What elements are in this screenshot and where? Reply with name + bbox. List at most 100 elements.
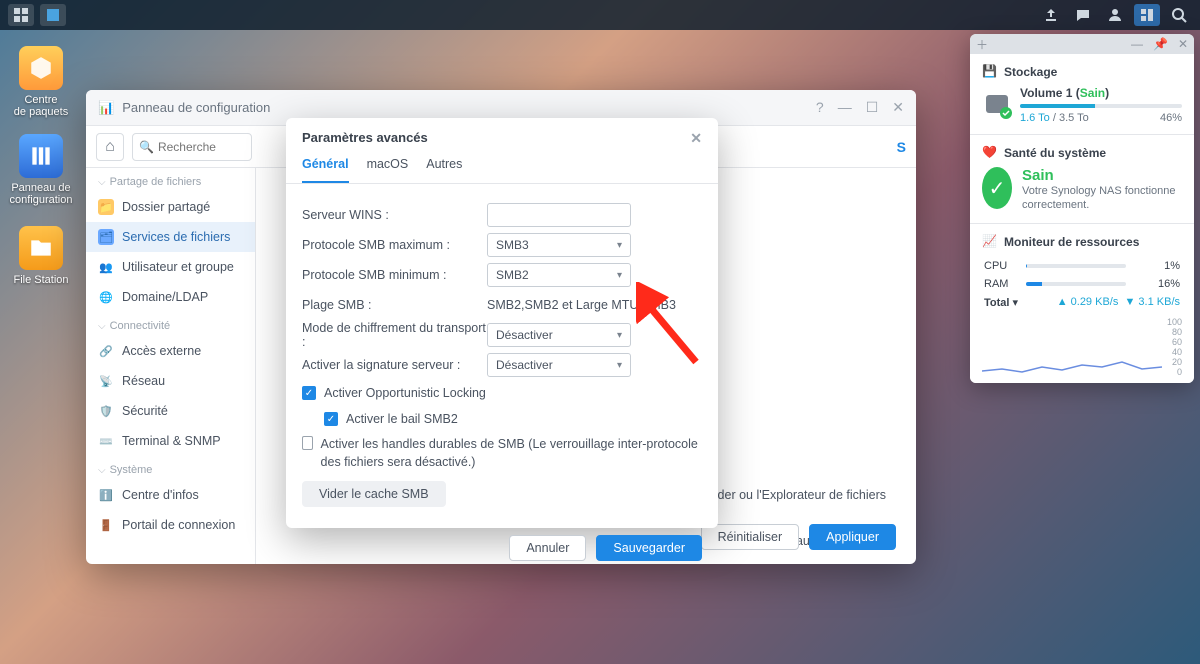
minimize-icon[interactable]: — [838, 99, 852, 116]
minimize-icon[interactable]: — [1131, 37, 1143, 51]
sidebar-item-label: Services de fichiers [122, 230, 230, 244]
sidebar-item-network[interactable]: 📡Réseau [86, 366, 255, 396]
modal-tabs: Général macOS Autres [286, 147, 718, 184]
volume-usage-bar [1020, 104, 1182, 108]
sidebar-item-label: Domaine/LDAP [122, 290, 208, 304]
sidebar-item-label: Centre d'infos [122, 488, 199, 502]
sidebar-section-system[interactable]: Système [86, 456, 255, 480]
select-smb-max[interactable]: SMB3 [487, 233, 631, 257]
tab-general[interactable]: Général [302, 157, 349, 183]
tab-macos[interactable]: macOS [367, 157, 409, 183]
search-icon[interactable] [1166, 4, 1192, 26]
label-cpu: CPU [984, 258, 1024, 274]
label-total[interactable]: Total ▾ [984, 294, 1024, 311]
upload-icon[interactable] [1038, 4, 1064, 26]
value-smb-range: SMB2,SMB2 et Large MTU,SMB3 [487, 298, 676, 312]
save-button[interactable]: Sauvegarder [596, 535, 702, 561]
desktop-icon-file-station[interactable]: File Station [6, 226, 76, 286]
checkbox-oplock[interactable]: Activer Opportunistic Locking [302, 380, 702, 406]
sidebar-item-shared-folder[interactable]: 📁Dossier partagé [86, 192, 255, 222]
control-panel-task-icon[interactable] [40, 4, 66, 26]
pin-icon[interactable]: 📌 [1153, 37, 1168, 51]
widget-resource-monitor: 📈Moniteur de ressources CPU1% RAM16% Tot… [970, 224, 1194, 383]
user-icon[interactable] [1102, 4, 1128, 26]
sidebar-item-user-group[interactable]: 👥Utilisateur et groupe [86, 252, 255, 282]
widget-title: Stockage [1004, 65, 1057, 79]
sidebar-item-security[interactable]: 🛡️Sécurité [86, 396, 255, 426]
sidebar-item-info-center[interactable]: ℹ️Centre d'infos [86, 480, 255, 510]
sidebar-item-label: Portail de connexion [122, 518, 235, 532]
checkbox-durable-handles[interactable]: Activer les handles durables de SMB (Le … [302, 432, 702, 471]
select-value: Désactiver [496, 328, 553, 342]
sidebar-item-label: Dossier partagé [122, 200, 210, 214]
close-icon[interactable]: ✕ [892, 99, 904, 116]
sidebar: Partage de fichiers 📁Dossier partagé 🗂Se… [86, 168, 256, 564]
volume-name: Volume 1 (Sain) [1020, 86, 1182, 100]
desktop-icon-control-panel[interactable]: Panneau de configuration [6, 134, 76, 206]
search-input[interactable] [158, 140, 245, 154]
sidebar-section-share[interactable]: Partage de fichiers [86, 168, 255, 192]
health-badge-icon: ✓ [982, 167, 1012, 209]
select-encryption[interactable]: Désactiver [487, 323, 631, 347]
value-download: ▼ 3.1 KB/s [1124, 296, 1180, 308]
widgets-tabbar[interactable]: ＋ — 📌 ✕ [970, 34, 1194, 54]
checkbox-icon [324, 412, 338, 426]
widget-title: Santé du système [1004, 146, 1106, 160]
checkbox-smb2-lease[interactable]: Activer le bail SMB2 [302, 406, 702, 432]
search-icon: 🔍 [139, 140, 154, 154]
add-tab-icon[interactable]: ＋ [976, 36, 988, 53]
label-ram: RAM [984, 276, 1024, 292]
sidebar-item-label: Utilisateur et groupe [122, 260, 234, 274]
maximize-icon[interactable]: ☐ [866, 99, 879, 116]
tab-other[interactable]: Autres [426, 157, 462, 183]
cancel-button[interactable]: Annuler [509, 535, 586, 561]
ylabel: 40 [1167, 347, 1182, 357]
sidebar-item-login-portal[interactable]: 🚪Portail de connexion [86, 510, 255, 540]
widgets-panel: ＋ — 📌 ✕ 💾Stockage Volume 1 (Sain) 1.6 To… [970, 34, 1194, 383]
ylabel: 80 [1167, 327, 1182, 337]
checkbox-label: Activer Opportunistic Locking [324, 386, 486, 400]
app-icon: 📊 [98, 100, 114, 116]
label-wins: Serveur WINS : [302, 208, 487, 222]
volume-size: 1.6 To / 3.5 To [1020, 112, 1089, 124]
ylabel: 20 [1167, 357, 1182, 367]
desktop-icon-label: File Station [6, 274, 76, 286]
health-message: Votre Synology NAS fonctionne correcteme… [1022, 184, 1182, 213]
close-icon[interactable]: ✕ [1178, 37, 1188, 51]
ylabel: 100 [1167, 317, 1182, 327]
checkbox-icon [302, 386, 316, 400]
checkbox-label: Activer le bail SMB2 [346, 412, 458, 426]
clear-smb-cache-button[interactable]: Vider le cache SMB [302, 481, 446, 507]
widget-storage: 💾Stockage Volume 1 (Sain) 1.6 To / 3.5 T… [970, 54, 1194, 135]
volume-icon [982, 89, 1012, 119]
app-grid-icon[interactable] [8, 4, 34, 26]
desktop-icon-package-center[interactable]: Centre de paquets [6, 46, 76, 118]
label-server-signing: Activer la signature serveur : [302, 358, 487, 372]
help-icon[interactable]: ? [816, 99, 824, 116]
network-sparkline: 100 80 60 40 20 0 [982, 317, 1182, 373]
sidebar-item-file-services[interactable]: 🗂Services de fichiers [86, 222, 255, 252]
section-indicator: S [897, 139, 906, 155]
health-state: Sain [1022, 167, 1182, 184]
input-wins[interactable] [487, 203, 631, 227]
desktop-icon-label: Panneau de configuration [6, 182, 76, 206]
modal-title: Paramètres avancés [302, 130, 428, 147]
home-button[interactable]: ⌂ [96, 133, 124, 161]
select-server-signing[interactable]: Désactiver [487, 353, 631, 377]
system-topbar [0, 0, 1200, 30]
sidebar-section-connectivity[interactable]: Connectivité [86, 312, 255, 336]
sidebar-item-terminal[interactable]: ⌨️Terminal & SNMP [86, 426, 255, 456]
apply-button[interactable]: Appliquer [809, 524, 896, 550]
select-value: Désactiver [496, 358, 553, 372]
select-smb-min[interactable]: SMB2 [487, 263, 631, 287]
desktop-icon-label: Centre de paquets [6, 94, 76, 118]
widget-health: ❤️Santé du système ✓ Sain Votre Synology… [970, 135, 1194, 224]
window-title: Panneau de configuration [122, 100, 270, 115]
sidebar-item-domain-ldap[interactable]: 🌐Domaine/LDAP [86, 282, 255, 312]
chat-icon[interactable] [1070, 4, 1096, 26]
modal-titlebar: Paramètres avancés ✕ [286, 118, 718, 147]
modal-close-icon[interactable]: ✕ [690, 130, 702, 147]
search-box[interactable]: 🔍 [132, 133, 252, 161]
sidebar-item-external-access[interactable]: 🔗Accès externe [86, 336, 255, 366]
widgets-icon[interactable] [1134, 4, 1160, 26]
